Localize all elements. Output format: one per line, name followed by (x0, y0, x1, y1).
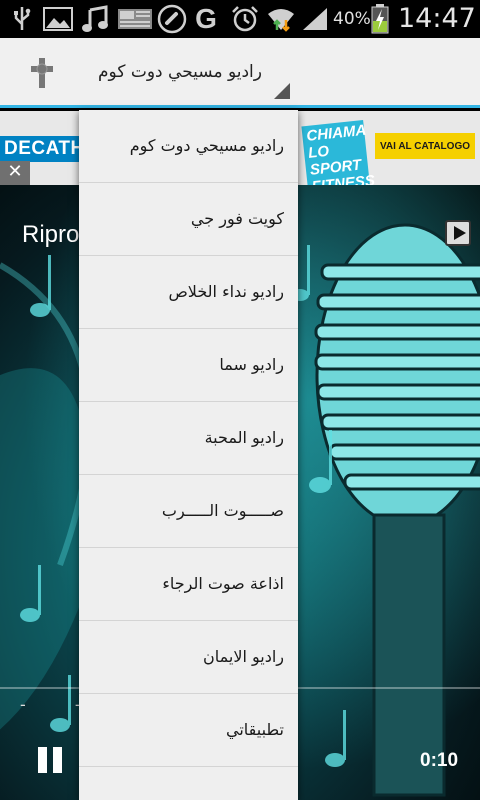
dropdown-item[interactable]: اذاعة صوت الرجاء (79, 548, 298, 621)
dropdown-item-label: كويت فور جي (190, 209, 284, 228)
dropdown-item[interactable]: راديو نداء الخلاص (79, 256, 298, 329)
dropdown-item-label: راديو سما (219, 355, 284, 374)
dropdown-item[interactable]: راديو الايمان (79, 621, 298, 694)
google-icon: G (195, 3, 217, 34)
play-icon[interactable] (445, 220, 471, 246)
dropdown-item-label: راديو نداء الخلاص (168, 282, 284, 301)
battery-percentage: 40% (333, 9, 371, 29)
ad-tagline: CHIAMA LO SPORT FITNESS (301, 119, 376, 185)
dropdown-item[interactable]: صـــــوت الـــــرب (79, 475, 298, 548)
dropdown-item[interactable]: تطبيقاتي (79, 694, 298, 767)
status-clock: 14:47 (398, 3, 476, 34)
pause-button[interactable] (38, 747, 64, 773)
action-bar: راديو مسيحي دوت كوم (0, 38, 480, 108)
wifi-icon (266, 4, 296, 34)
spinner-selected-label: راديو مسيحي دوت كوم (98, 62, 262, 82)
dropdown-item-partial[interactable] (79, 767, 298, 800)
station-dropdown: راديو مسيحي دوت كوم كويت فور جي راديو ند… (79, 110, 298, 800)
station-title: Ripro (22, 221, 80, 248)
status-bar: G 40% 14:47 (0, 0, 480, 38)
dropdown-item-label: راديو المحبة (204, 428, 284, 447)
signal-icon (300, 4, 330, 34)
alarm-icon (230, 4, 260, 34)
ad-close-button[interactable]: ✕ (0, 161, 30, 185)
station-spinner[interactable]: راديو مسيحي دوت كوم (80, 38, 296, 105)
news-icon (116, 4, 154, 34)
cross-icon[interactable] (28, 56, 56, 90)
spinner-arrow-icon (274, 83, 290, 99)
ad-cta-button[interactable]: VAI AL CATALOGO (375, 133, 475, 159)
dropdown-item-label: صـــــوت الـــــرب (161, 501, 284, 520)
dropdown-item-label: راديو مسيحي دوت كوم (129, 136, 284, 155)
image-icon (42, 4, 74, 34)
dropdown-item[interactable]: راديو مسيحي دوت كوم (79, 110, 298, 183)
dropdown-item-label: تطبيقاتي (226, 720, 284, 739)
phone-icon (156, 4, 188, 34)
music-note-icon (80, 4, 110, 34)
elapsed-time: 0:10 (420, 750, 459, 771)
battery-charging-icon (370, 4, 390, 34)
dropdown-item-label: راديو الايمان (203, 647, 284, 666)
dropdown-item[interactable]: راديو المحبة (79, 402, 298, 475)
dropdown-item[interactable]: كويت فور جي (79, 183, 298, 256)
dropdown-item[interactable]: راديو سما (79, 329, 298, 402)
dropdown-item-label: اذاعة صوت الرجاء (162, 574, 284, 593)
usb-icon (10, 4, 34, 34)
